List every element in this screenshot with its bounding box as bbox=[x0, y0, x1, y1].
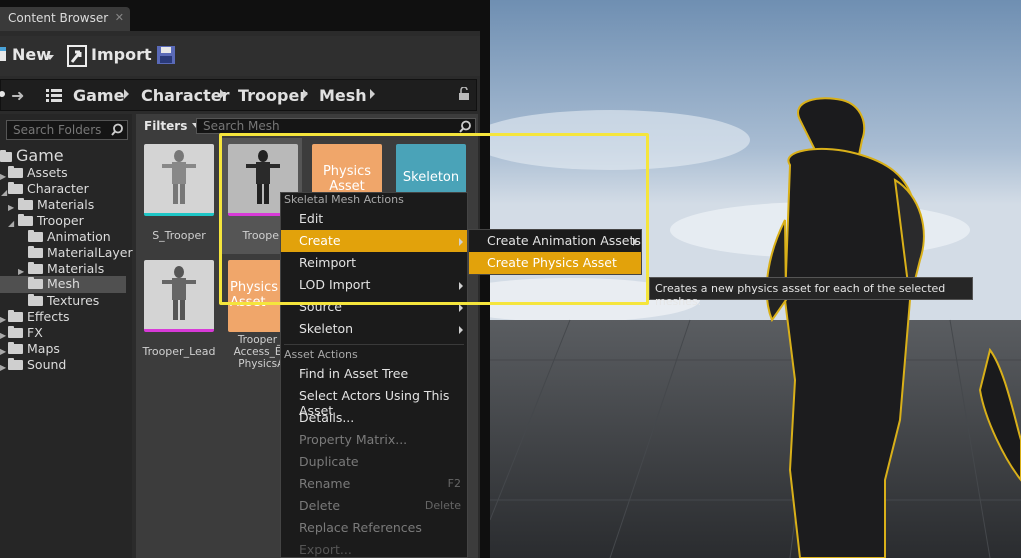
menu-item-select-actors[interactable]: Select Actors Using This Asset bbox=[281, 385, 467, 418]
folder-label: Animation bbox=[47, 229, 111, 244]
folder-label: Trooper bbox=[37, 213, 84, 228]
menu-item-label: Delete bbox=[299, 498, 341, 513]
folder-label: Textures bbox=[47, 293, 100, 308]
folder-label: MaterialLayer bbox=[47, 245, 133, 260]
folder-trooper[interactable]: Trooper bbox=[18, 213, 84, 229]
chevron-right-icon[interactable] bbox=[124, 89, 129, 99]
collapse-arrow-icon[interactable]: ▶ bbox=[8, 203, 14, 212]
folder-materials[interactable]: Materials bbox=[18, 197, 94, 213]
breadcrumb-trooper[interactable]: Trooper bbox=[238, 86, 307, 105]
search-mesh-input[interactable]: Search Mesh bbox=[196, 118, 476, 134]
menu-item-replace-references[interactable]: Replace References bbox=[281, 517, 467, 539]
lock-icon[interactable] bbox=[458, 87, 470, 101]
save-icon bbox=[157, 46, 175, 64]
close-icon[interactable]: ✕ bbox=[115, 11, 124, 24]
menu-item-label: Rename bbox=[299, 476, 351, 491]
import-icon bbox=[67, 45, 87, 67]
chevron-right-icon[interactable] bbox=[370, 89, 375, 99]
new-asset-icon bbox=[0, 47, 6, 61]
menu-section-header: Asset Actions bbox=[284, 348, 358, 361]
breadcrumb-game[interactable]: Game bbox=[73, 86, 124, 105]
shortcut-label: Delete bbox=[424, 499, 461, 512]
folder-sound[interactable]: Sound bbox=[8, 357, 66, 373]
folder-effects[interactable]: Effects bbox=[8, 309, 70, 325]
import-button[interactable]: Import bbox=[66, 44, 152, 70]
menu-item-delete[interactable]: Delete Delete bbox=[281, 495, 467, 517]
menu-item-duplicate[interactable]: Duplicate bbox=[281, 451, 467, 473]
asset-label: S_Trooper bbox=[152, 229, 206, 242]
asset-label: Trooper_Lead bbox=[142, 345, 216, 358]
asset-tile-s-trooper[interactable] bbox=[144, 144, 214, 216]
folder-label: Maps bbox=[27, 341, 60, 356]
folder-label: Character bbox=[27, 181, 89, 196]
submenu-arrow-icon bbox=[459, 326, 463, 334]
tab-content-browser[interactable]: Content Browser ✕ bbox=[0, 7, 130, 31]
menu-item-label: Skeleton bbox=[299, 321, 354, 336]
tooltip: Creates a new physics asset for each of … bbox=[649, 277, 973, 308]
submenu-arrow-icon bbox=[459, 304, 463, 312]
folder-character[interactable]: Character bbox=[8, 181, 89, 197]
search-folders-placeholder: Search Folders bbox=[13, 123, 102, 137]
shortcut-label: F2 bbox=[447, 477, 461, 490]
search-icon bbox=[111, 123, 123, 136]
folder-fx[interactable]: FX bbox=[8, 325, 43, 341]
filters-label: Filters bbox=[144, 119, 188, 133]
chevron-right-icon[interactable] bbox=[220, 89, 225, 99]
folder-textures[interactable]: Textures bbox=[28, 293, 99, 309]
menu-divider bbox=[284, 344, 464, 345]
filters-button[interactable]: Filters bbox=[144, 119, 200, 133]
expand-arrow-icon[interactable]: ◢ bbox=[8, 219, 14, 228]
collapse-arrow-icon[interactable]: ▶ bbox=[0, 347, 6, 356]
folder-label: Assets bbox=[27, 165, 68, 180]
history-list-icon[interactable] bbox=[46, 89, 62, 102]
folder-game[interactable]: Game bbox=[0, 146, 64, 165]
trooper-thumbnail-icon bbox=[162, 150, 196, 204]
new-button[interactable]: New bbox=[0, 44, 58, 70]
folder-tree-panel: Search Folders Game Assets Character Mat… bbox=[0, 114, 133, 558]
import-label: Import bbox=[91, 45, 152, 64]
breadcrumb-mesh[interactable]: Mesh bbox=[319, 86, 367, 105]
folder-assets[interactable]: Assets bbox=[8, 165, 68, 181]
folder-animation[interactable]: Animation bbox=[28, 229, 111, 245]
search-mesh-placeholder: Search Mesh bbox=[203, 119, 280, 133]
breadcrumb-character[interactable]: Character bbox=[141, 86, 230, 105]
trooper-thumbnail-icon bbox=[162, 266, 196, 320]
menu-item-details[interactable]: Details... bbox=[281, 407, 467, 429]
save-all-button[interactable] bbox=[155, 44, 179, 70]
menu-item-export[interactable]: Export... bbox=[281, 539, 467, 558]
folder-materiallayer[interactable]: MaterialLayer bbox=[28, 245, 133, 261]
menu-item-rename[interactable]: Rename F2 bbox=[281, 473, 467, 495]
folder-label: Effects bbox=[27, 309, 70, 324]
folder-label: Sound bbox=[27, 357, 67, 372]
chevron-down-icon bbox=[46, 55, 54, 60]
menu-item-find-in-asset-tree[interactable]: Find in Asset Tree bbox=[281, 363, 467, 385]
forward-icon[interactable]: ➜ bbox=[11, 86, 24, 105]
expand-arrow-icon[interactable]: ◢ bbox=[1, 188, 7, 197]
chevron-right-icon[interactable] bbox=[303, 89, 308, 99]
tab-title: Content Browser bbox=[8, 11, 109, 25]
collapse-arrow-icon[interactable]: ▶ bbox=[0, 363, 6, 372]
search-icon bbox=[459, 120, 471, 133]
folder-maps[interactable]: Maps bbox=[8, 341, 60, 357]
menu-item-skeleton[interactable]: Skeleton bbox=[281, 318, 467, 340]
folder-label: Materials bbox=[37, 197, 95, 212]
menu-item-property-matrix[interactable]: Property Matrix... bbox=[281, 429, 467, 451]
collapse-arrow-icon[interactable]: ▶ bbox=[0, 172, 6, 181]
folder-label: Game bbox=[16, 146, 64, 165]
collapse-arrow-icon[interactable]: ▶ bbox=[0, 315, 6, 324]
folder-label: FX bbox=[27, 325, 43, 340]
folder-label: Mesh bbox=[47, 276, 80, 291]
folder-mesh[interactable]: Mesh bbox=[0, 276, 126, 293]
folder-materials-trooper[interactable]: Materials bbox=[28, 261, 104, 277]
collapse-arrow-icon[interactable]: ▶ bbox=[0, 331, 6, 340]
annotation-highlight-box bbox=[219, 133, 649, 305]
back-icon[interactable] bbox=[0, 91, 5, 97]
toolbar: New Import bbox=[0, 36, 480, 76]
asset-tile-trooper-lead[interactable] bbox=[144, 260, 214, 332]
search-folders-input[interactable]: Search Folders bbox=[6, 120, 128, 140]
folder-label: Materials bbox=[47, 261, 105, 276]
path-bar: ➜ Game Character Trooper Mesh bbox=[0, 79, 477, 111]
collapse-arrow-icon[interactable]: ▶ bbox=[18, 267, 24, 276]
